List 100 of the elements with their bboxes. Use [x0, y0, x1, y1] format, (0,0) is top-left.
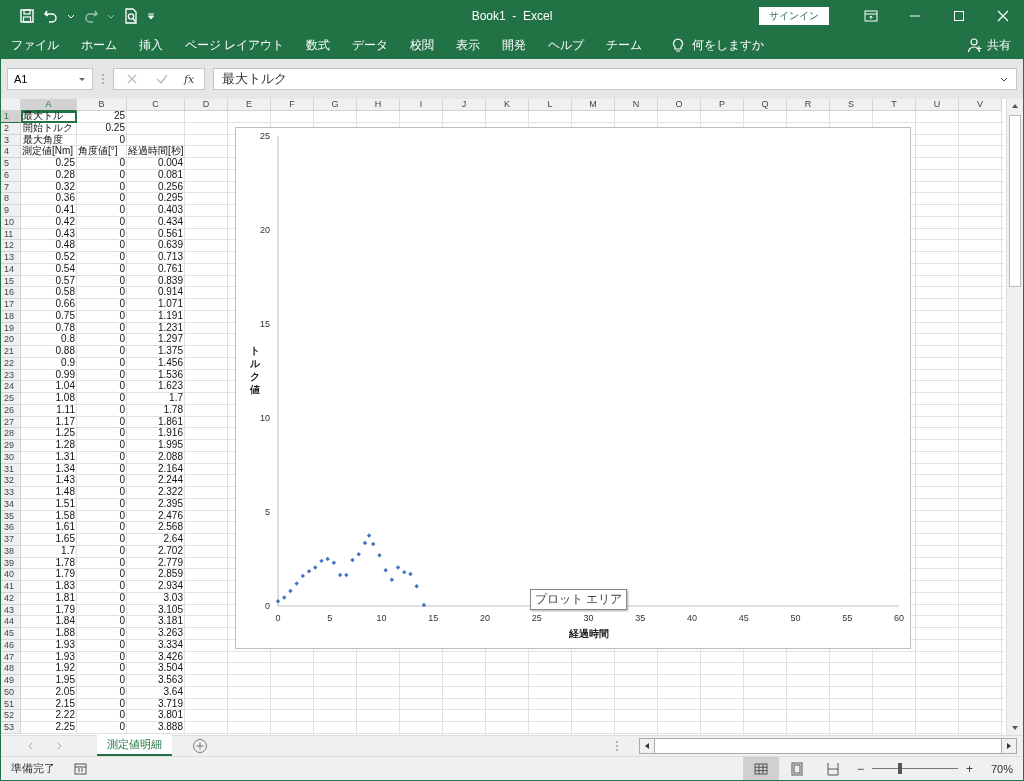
- redo-icon[interactable]: [83, 8, 99, 24]
- spreadsheet-cell[interactable]: 0: [77, 651, 127, 664]
- spreadsheet-cell[interactable]: 0.99: [21, 369, 77, 382]
- spreadsheet-cell[interactable]: 0: [77, 475, 127, 487]
- add-sheet-icon[interactable]: [192, 738, 208, 754]
- spreadsheet-cell[interactable]: 1.861: [127, 416, 185, 429]
- spreadsheet-cell[interactable]: 0: [77, 134, 127, 147]
- spreadsheet-cell[interactable]: 1.623: [127, 381, 185, 393]
- spreadsheet-cell[interactable]: 1.88: [21, 628, 77, 640]
- spreadsheet-cell[interactable]: 0: [77, 451, 127, 464]
- spreadsheet-cell[interactable]: 2.22: [21, 710, 77, 722]
- row-header[interactable]: 21: [1, 346, 21, 358]
- ribbon-tab[interactable]: チーム: [606, 36, 643, 54]
- column-header[interactable]: N: [615, 99, 658, 111]
- spreadsheet-cell[interactable]: 0: [77, 440, 127, 452]
- spreadsheet-cell[interactable]: 0.434: [127, 216, 185, 229]
- spreadsheet-cell[interactable]: 1.297: [127, 334, 185, 346]
- row-header[interactable]: 29: [1, 440, 21, 452]
- spreadsheet-cell[interactable]: 1.51: [21, 498, 77, 511]
- spreadsheet-cell[interactable]: 1.916: [127, 428, 185, 440]
- ribbon-tab[interactable]: ホーム: [81, 36, 117, 54]
- spreadsheet-cell[interactable]: 角度値[°]: [77, 146, 127, 158]
- spreadsheet-cell[interactable]: 0: [77, 381, 127, 393]
- spreadsheet-cell[interactable]: 0.713: [127, 252, 185, 264]
- spreadsheet-cell[interactable]: 0: [77, 158, 127, 170]
- zoom-level[interactable]: 70%: [990, 762, 1013, 775]
- spreadsheet-cell[interactable]: 2.15: [21, 698, 77, 711]
- zoom-out-button[interactable]: −: [856, 761, 864, 776]
- zoom-slider-thumb[interactable]: [898, 763, 903, 774]
- spreadsheet-cell[interactable]: 1.456: [127, 357, 185, 370]
- spreadsheet-cell[interactable]: 3.105: [127, 604, 185, 617]
- spreadsheet-cell[interactable]: 0: [77, 557, 127, 570]
- ribbon-tab[interactable]: データ: [352, 36, 389, 54]
- column-header[interactable]: B: [77, 99, 127, 111]
- vertical-scrollbar[interactable]: [1006, 99, 1023, 735]
- spreadsheet-cell[interactable]: 0.8: [21, 334, 77, 346]
- spreadsheet-cell[interactable]: 2.64: [127, 534, 185, 546]
- spreadsheet-cell[interactable]: 0: [77, 216, 127, 229]
- spreadsheet-cell[interactable]: 2.164: [127, 463, 185, 476]
- column-header[interactable]: M: [572, 99, 615, 111]
- page-icon[interactable]: [788, 760, 805, 777]
- spreadsheet-cell[interactable]: 0: [77, 487, 127, 499]
- expand-caret-icon[interactable]: [1000, 75, 1008, 83]
- row-header[interactable]: 52: [1, 710, 21, 722]
- spreadsheet-cell[interactable]: 1.92: [21, 663, 77, 675]
- spreadsheet-cell[interactable]: 1.78: [127, 404, 185, 417]
- spreadsheet-cell[interactable]: 0.761: [127, 263, 185, 276]
- spreadsheet-cell[interactable]: 1.7: [21, 545, 77, 558]
- maximize-icon[interactable]: [951, 8, 967, 24]
- spreadsheet-cell[interactable]: 0.54: [21, 263, 77, 276]
- macro-recording-icon[interactable]: [73, 760, 89, 777]
- spreadsheet-cell[interactable]: 1.31: [21, 451, 77, 464]
- insert-function-button[interactable]: fx: [184, 72, 195, 86]
- spreadsheet-cell[interactable]: 0: [77, 369, 127, 382]
- row-header[interactable]: 25: [1, 393, 21, 405]
- spreadsheet-cell[interactable]: 0.295: [127, 193, 185, 205]
- chart-area[interactable]: 0 5 10 15 20 25 0 5 10 15 20 25 30 35 40 45 50 55 60 経過時間 トルク値 プロット エリア: [235, 127, 911, 649]
- spreadsheet-cell[interactable]: 3.181: [127, 616, 185, 628]
- row-header[interactable]: 20: [1, 334, 21, 346]
- spreadsheet-cell[interactable]: 0: [77, 592, 127, 605]
- spreadsheet-cell[interactable]: 測定値[Nm]: [21, 146, 77, 158]
- column-header[interactable]: F: [271, 99, 314, 111]
- column-header[interactable]: I: [400, 99, 443, 111]
- spreadsheet-cell[interactable]: 1.79: [21, 569, 77, 581]
- column-header[interactable]: L: [529, 99, 572, 111]
- spreadsheet-cell[interactable]: 0: [77, 675, 127, 687]
- spreadsheet-cell[interactable]: 0: [77, 169, 127, 182]
- spreadsheet-cell[interactable]: 0: [77, 686, 127, 699]
- spreadsheet-cell[interactable]: 2.568: [127, 522, 185, 534]
- column-header[interactable]: S: [830, 99, 873, 111]
- spreadsheet-cell[interactable]: 0: [77, 193, 127, 205]
- spreadsheet-cell[interactable]: 0.403: [127, 205, 185, 217]
- spreadsheet-cell[interactable]: 1.48: [21, 487, 77, 499]
- print-preview-icon[interactable]: [123, 8, 139, 24]
- spreadsheet-cell[interactable]: 0: [77, 710, 127, 722]
- spreadsheet-cell[interactable]: 0.839: [127, 275, 185, 288]
- spreadsheet-cell[interactable]: 1.231: [127, 322, 185, 335]
- column-header[interactable]: G: [314, 99, 357, 111]
- spreadsheet-cell[interactable]: 0.32: [21, 181, 77, 194]
- spreadsheet-cell[interactable]: 0: [77, 604, 127, 617]
- spreadsheet-cell[interactable]: 0.75: [21, 310, 77, 323]
- column-header[interactable]: T: [873, 99, 916, 111]
- spreadsheet-cell[interactable]: 2.702: [127, 545, 185, 558]
- spreadsheet-cell[interactable]: 0: [77, 569, 127, 581]
- column-header[interactable]: H: [357, 99, 400, 111]
- row-header[interactable]: 5: [1, 158, 21, 170]
- ribbon-tab[interactable]: ファイル: [11, 36, 59, 54]
- spreadsheet-cell[interactable]: 0: [77, 310, 127, 323]
- spreadsheet-cell[interactable]: 0: [77, 698, 127, 711]
- spreadsheet-cell[interactable]: 開始トルク: [21, 122, 77, 135]
- row-header[interactable]: 4: [1, 146, 21, 158]
- spreadsheet-cell[interactable]: 2.779: [127, 557, 185, 570]
- spreadsheet-cell[interactable]: 1.25: [21, 428, 77, 440]
- spreadsheet-cell[interactable]: 0.88: [21, 346, 77, 358]
- column-header[interactable]: A: [21, 99, 77, 111]
- spreadsheet-cell[interactable]: 0: [77, 263, 127, 276]
- spreadsheet-cell[interactable]: 0: [77, 522, 127, 534]
- spreadsheet-cell[interactable]: 0.52: [21, 252, 77, 264]
- spreadsheet-cell[interactable]: 0: [77, 357, 127, 370]
- spreadsheet-cell[interactable]: 1.11: [21, 404, 77, 417]
